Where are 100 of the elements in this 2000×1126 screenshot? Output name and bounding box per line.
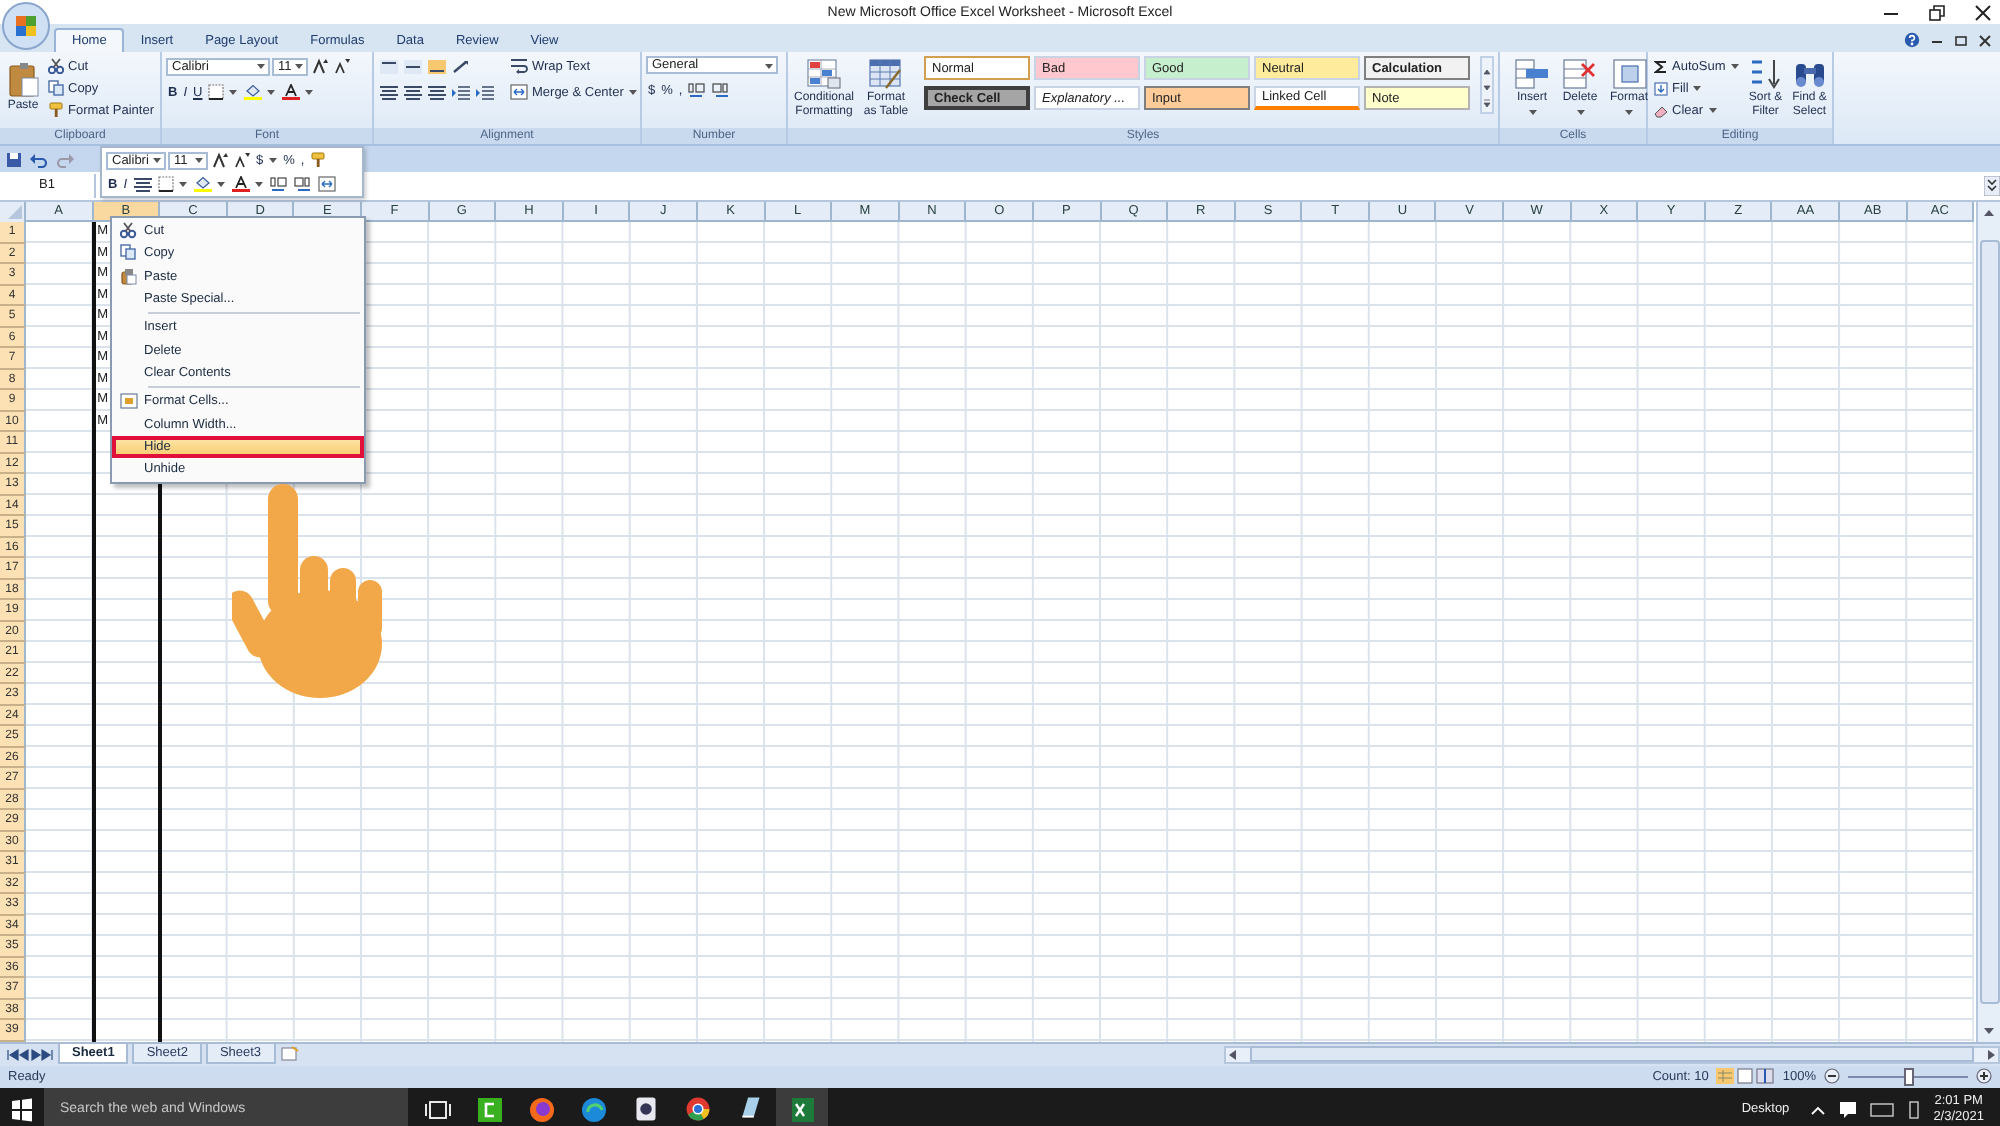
font-shrink-icon	[334, 58, 350, 74]
vertical-scrollbar[interactable]	[1976, 202, 2000, 1041]
caret-icon	[267, 156, 278, 164]
ribbon-button[interactable]	[402, 82, 424, 102]
decrease-decimal-icon	[712, 82, 731, 98]
keyboard-icon[interactable]	[1869, 1101, 1894, 1118]
ribbon-button[interactable]	[229, 174, 266, 194]
align-icon	[133, 177, 152, 191]
ribbon-button[interactable]	[402, 56, 424, 76]
font-color-icon	[231, 176, 250, 192]
page-break-icon[interactable]	[1756, 1068, 1775, 1084]
scroll-right-icon	[1985, 1047, 1998, 1061]
paintbrush-icon	[310, 152, 327, 168]
spreadsheet-icon[interactable]	[776, 1087, 828, 1126]
border-icon	[157, 176, 174, 192]
ribbon-button[interactable]	[426, 82, 448, 102]
zoom-out-icon[interactable]	[1824, 1068, 1840, 1084]
caret-icon	[1707, 106, 1718, 114]
save-icon[interactable]	[6, 151, 22, 167]
scroll-thumb[interactable]	[1979, 239, 1999, 1004]
scissors-icon	[48, 58, 64, 74]
scissors-icon	[119, 222, 137, 241]
indent-icon	[476, 85, 494, 99]
caret-icon	[177, 180, 188, 188]
caret-icon	[1527, 108, 1537, 116]
close-icon[interactable]	[1978, 33, 1992, 47]
caret-icon	[1729, 62, 1740, 70]
text-orientation-icon	[452, 59, 470, 73]
scroll-down-icon	[1982, 1025, 1996, 1037]
binoculars-icon	[1791, 58, 1828, 90]
font-grow-icon	[212, 152, 228, 168]
caret-icon	[1575, 108, 1585, 116]
caret-icon	[228, 88, 239, 96]
message-icon[interactable]	[1837, 1100, 1858, 1119]
font-color-icon	[282, 84, 301, 100]
zoom-in-icon[interactable]	[1976, 1068, 1992, 1084]
scroll-left-icon	[1225, 1047, 1238, 1061]
copy-icon	[119, 244, 137, 263]
fill-color-icon	[244, 84, 263, 100]
ribbon-button[interactable]	[426, 56, 448, 76]
clipboard-icon	[119, 267, 137, 286]
restore-icon[interactable]	[1954, 33, 1968, 47]
caret-icon	[256, 62, 266, 70]
ribbon-button[interactable]	[378, 82, 400, 102]
caret-icon	[1624, 108, 1634, 116]
caret-icon	[1692, 84, 1703, 92]
restore-icon[interactable]	[1928, 4, 1946, 22]
ribbon-button[interactable]	[232, 150, 252, 170]
ribbon-button[interactable]	[378, 56, 400, 76]
ribbon-button[interactable]	[332, 56, 352, 76]
align-icon	[380, 85, 398, 99]
expand-icon[interactable]	[1984, 176, 2000, 196]
border-icon	[208, 84, 225, 100]
fill-color-icon	[193, 176, 212, 192]
caret-icon	[152, 156, 162, 164]
ribbon-button[interactable]	[242, 82, 279, 102]
ribbon-button[interactable]	[280, 82, 317, 102]
chevron-icon[interactable]	[1809, 1101, 1826, 1118]
wrap-text-icon	[510, 58, 528, 74]
align-icon	[428, 85, 446, 99]
indent-icon	[452, 85, 470, 99]
copy-icon	[48, 80, 64, 96]
close-icon[interactable]	[1974, 4, 1992, 22]
caret-icon	[294, 62, 304, 70]
font-grow-icon	[312, 58, 328, 74]
caret-icon	[194, 156, 204, 164]
sum-icon	[1654, 59, 1668, 73]
decrease-decimal-icon	[293, 176, 312, 192]
insert-cells-icon	[1514, 58, 1550, 90]
table-icon	[868, 58, 904, 90]
caret-icon	[627, 88, 638, 96]
fill-down-icon	[1654, 81, 1668, 95]
scroll-up-icon	[1982, 206, 1996, 218]
ribbon-button[interactable]	[210, 150, 230, 170]
ribbon-button[interactable]	[310, 56, 330, 76]
paintbrush-icon	[48, 102, 64, 118]
sort-icon	[1747, 58, 1784, 90]
clipboard-icon	[7, 62, 39, 98]
ribbon-button[interactable]	[450, 56, 472, 76]
undo-icon[interactable]	[30, 151, 48, 167]
delete-cells-icon	[1562, 58, 1598, 90]
format-cells-icon	[119, 392, 137, 411]
ribbon-button[interactable]	[155, 174, 190, 194]
increase-decimal-icon	[269, 176, 288, 192]
scroll-thumb[interactable]	[1249, 1046, 1974, 1062]
colored-grid-icon	[806, 58, 842, 90]
merge-icon	[510, 84, 528, 100]
ribbon-button[interactable]	[206, 82, 241, 102]
align-bottom-icon	[428, 59, 446, 73]
help-icon[interactable]	[1904, 32, 1920, 48]
eraser-icon	[1654, 103, 1668, 117]
increase-decimal-icon	[688, 82, 707, 98]
ribbon-button[interactable]	[191, 174, 228, 194]
ribbon-button[interactable]	[131, 174, 154, 194]
page-layout-icon[interactable]	[1736, 1068, 1755, 1084]
gallery-scrollbar[interactable]	[1480, 56, 1494, 114]
align-icon	[404, 85, 422, 99]
font-shrink-icon	[234, 152, 250, 168]
sheet-navigation-icon[interactable]	[6, 1047, 54, 1061]
horizontal-scrollbar[interactable]	[1223, 1045, 2000, 1063]
